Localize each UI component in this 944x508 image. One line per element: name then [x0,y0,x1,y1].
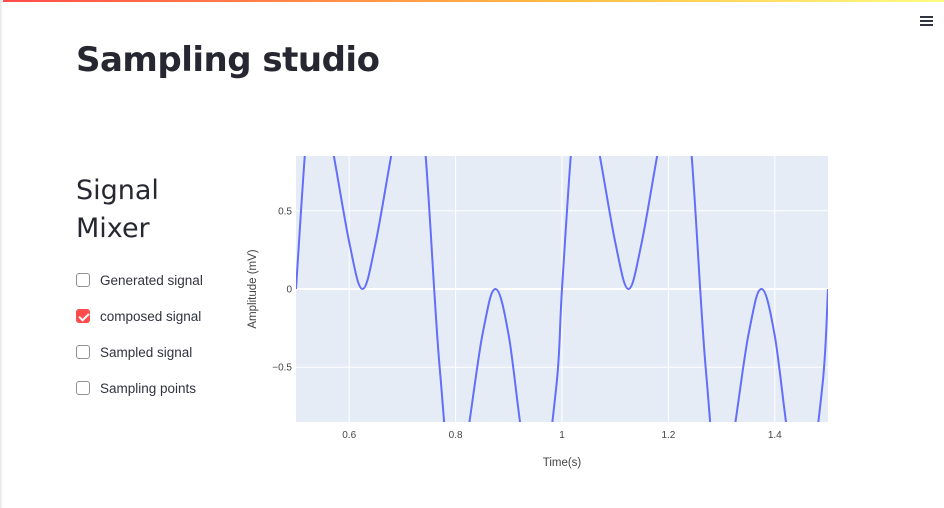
x-axis-label: Time(s) [543,457,582,469]
y-tick-label: 0.5 [278,206,292,217]
checkbox-box[interactable] [76,309,90,323]
checkbox-box[interactable] [76,273,90,287]
checkbox-label: Sampled signal [100,344,193,360]
checkbox-label: composed signal [100,308,202,324]
checkbox-composed-signal[interactable]: composed signal [76,298,203,334]
checkbox-label: Sampling points [100,380,197,396]
x-tick-label: 1 [559,430,565,441]
signal-chart-svg[interactable]: 0.6 0.8 1 1.2 1.4 0.5 0 −0.5 Time(s) Amplitude (m… [240,150,840,470]
y-tick-label: −0.5 [272,363,292,374]
x-tick-label: 0.6 [342,430,356,441]
x-tick-label: 1.4 [768,430,782,441]
hamburger-menu-icon[interactable] [916,12,936,32]
checkbox-label: Generated signal [100,272,203,288]
section-title: Signal Mixer [76,175,159,244]
y-tick-label: 0 [286,285,292,296]
checkbox-sampling-points[interactable]: Sampling points [76,370,203,406]
x-tick-label: 1.2 [661,430,675,441]
checkbox-sampled-signal[interactable]: Sampled signal [76,334,203,370]
page-title: Sampling studio [76,40,380,80]
checkbox-list: Generated signal composed signal Sampled… [76,262,203,406]
y-axis-label: Amplitude (mV) [247,249,259,328]
x-tick-label: 0.8 [449,430,463,441]
checkbox-generated-signal[interactable]: Generated signal [76,262,203,298]
checkbox-box[interactable] [76,345,90,359]
checkbox-box[interactable] [76,381,90,395]
signal-chart[interactable]: 0.6 0.8 1 1.2 1.4 0.5 0 −0.5 Time(s) Amplitude (m… [240,150,840,470]
left-edge-shadow [0,0,3,508]
top-decoration-bar [0,0,944,2]
